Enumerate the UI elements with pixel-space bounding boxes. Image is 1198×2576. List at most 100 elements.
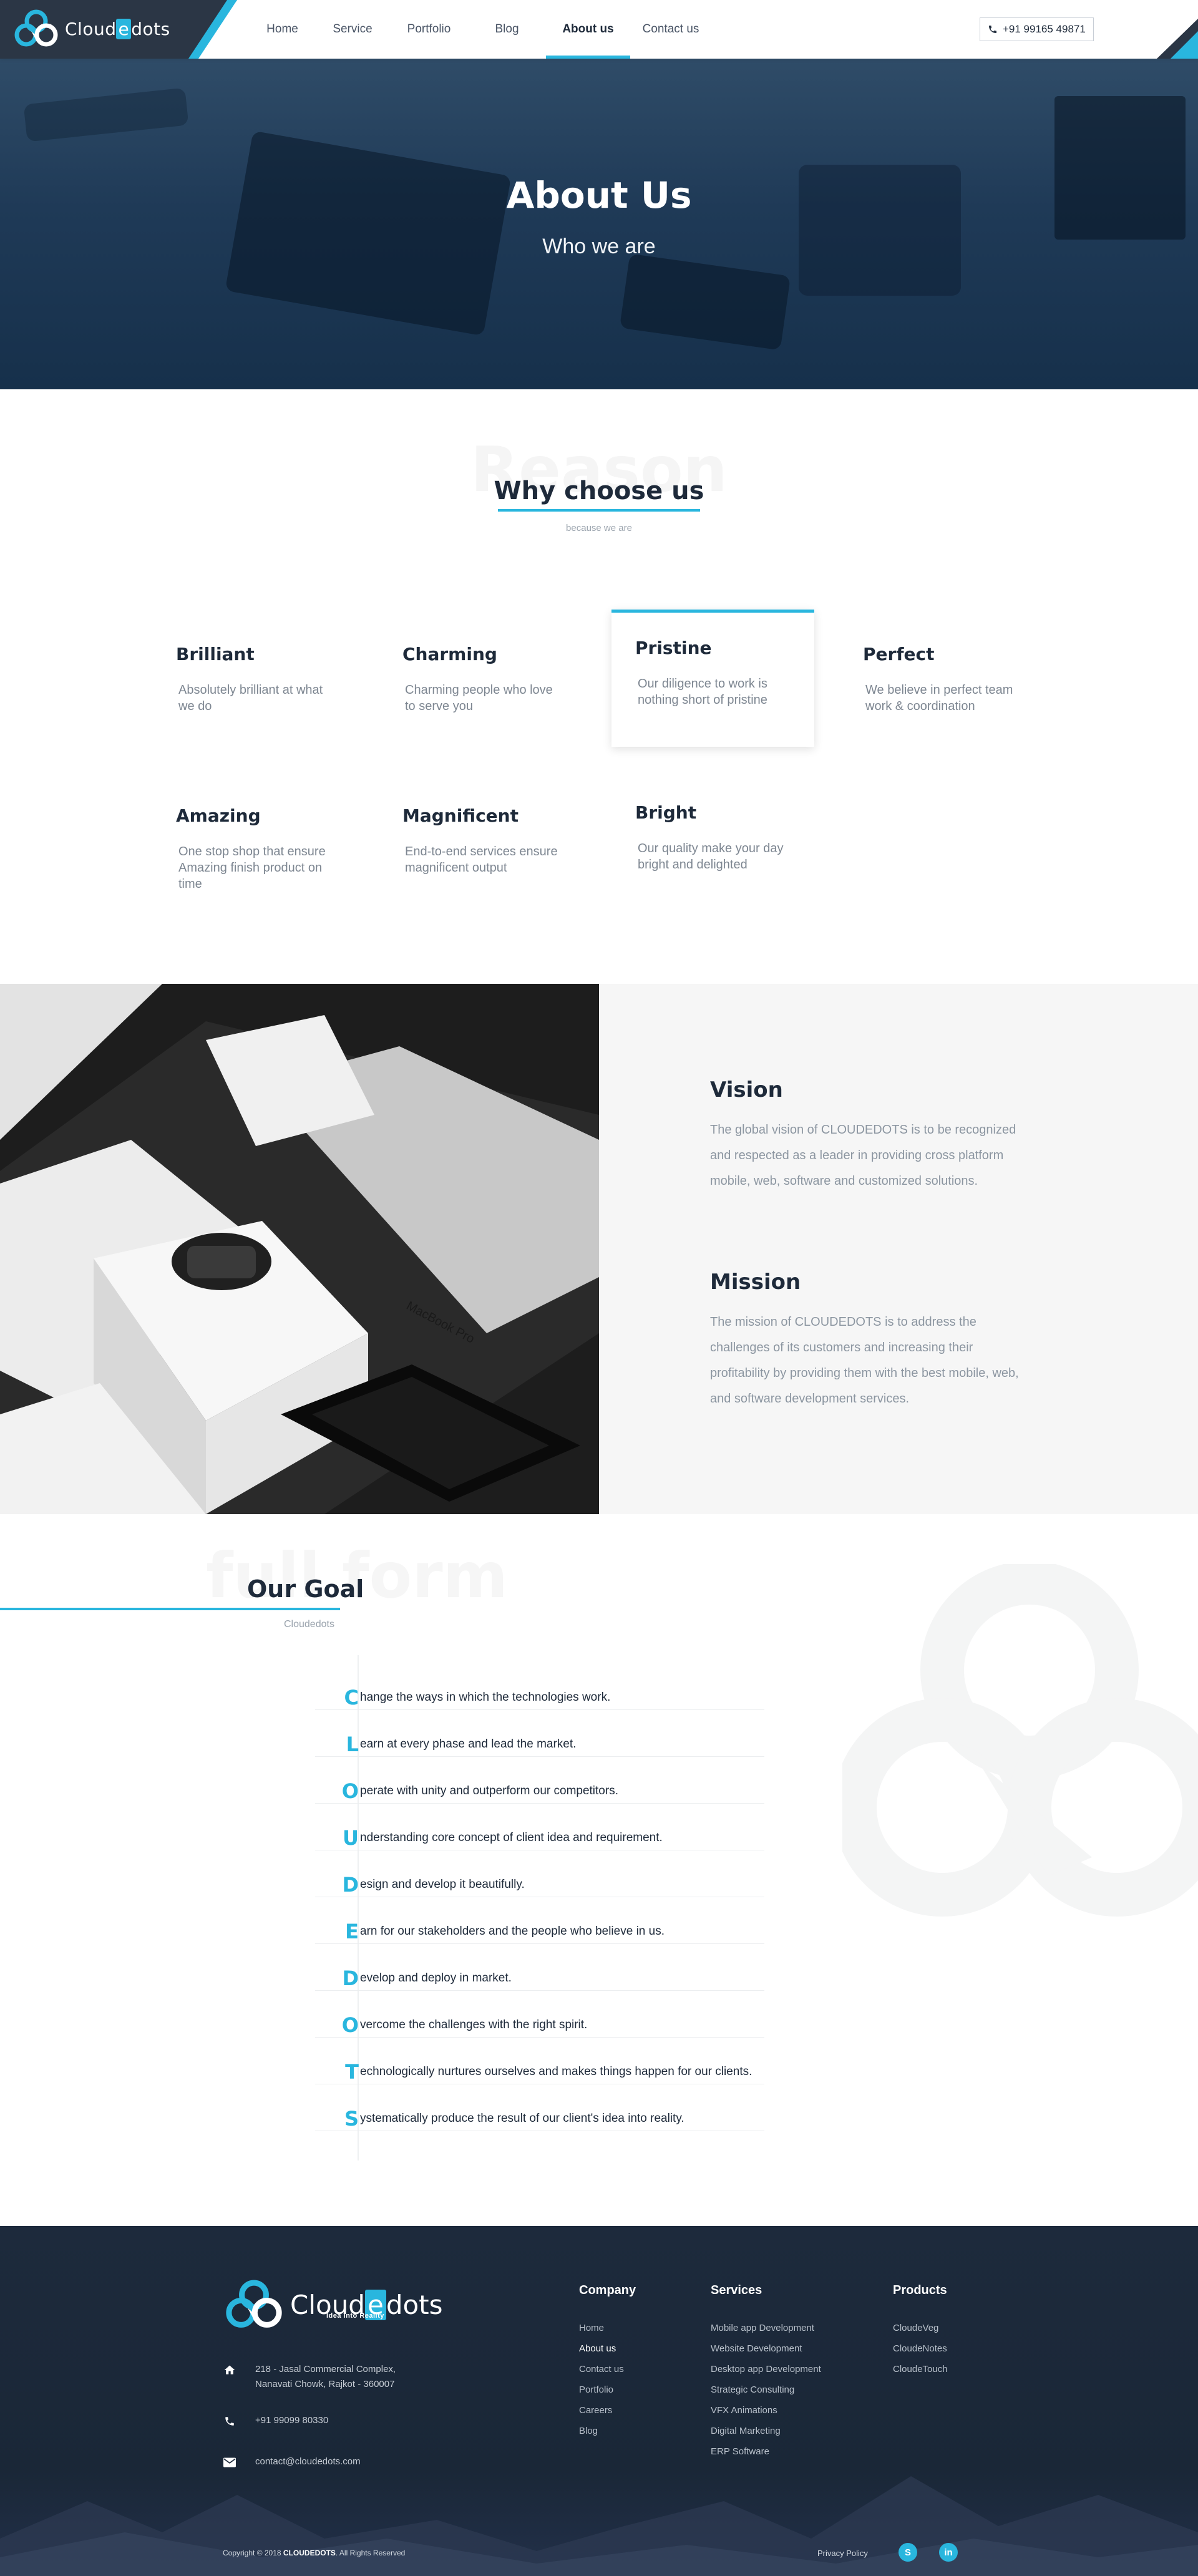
footer-services-column: Services Mobile app Development Website … bbox=[711, 2283, 821, 2467]
nav-contact-us[interactable]: Contact us bbox=[630, 0, 711, 59]
goal-letter: U bbox=[343, 1825, 359, 1850]
reason-card-magnificent: Magnificent End-to-end services ensure m… bbox=[379, 780, 582, 918]
cloud-logo-icon bbox=[226, 2280, 282, 2328]
footer-link-digital-marketing[interactable]: Digital Marketing bbox=[711, 2426, 821, 2436]
card-title: Magnificent bbox=[402, 805, 519, 826]
card-text: Absolutely brilliant at what we do bbox=[178, 683, 323, 713]
hero-phone-shape bbox=[619, 253, 791, 351]
main-nav: Home Service Portfolio Blog About us Con… bbox=[250, 0, 711, 59]
footer-link-erp[interactable]: ERP Software bbox=[711, 2446, 821, 2457]
goal-row: Understanding core concept of client ide… bbox=[315, 1825, 764, 1850]
reason-card-perfect: Perfect We believe in perfect team work … bbox=[839, 619, 1042, 756]
footer-email[interactable]: contact@cloudedots.com bbox=[223, 2454, 361, 2469]
goal-text: perate with unity and outperform our com… bbox=[360, 1784, 618, 1797]
goal-row: Develop and deploy in market. bbox=[315, 1966, 764, 1991]
footer-products-title: Products bbox=[893, 2283, 947, 2297]
copyright-text: Copyright © 2018 CLOUDEDOTS. All Rights … bbox=[223, 2549, 406, 2557]
address-line-2: Nanavati Chowk, Rajkot - 360007 bbox=[255, 2379, 395, 2389]
reason-card-amazing: Amazing One stop shop that ensure Amazin… bbox=[152, 780, 355, 918]
footer-link-home[interactable]: Home bbox=[579, 2323, 636, 2333]
privacy-policy-link[interactable]: Privacy Policy bbox=[817, 2549, 868, 2558]
goal-letter: T bbox=[345, 2059, 359, 2084]
nav-about-us[interactable]: About us bbox=[546, 0, 630, 59]
card-title: Amazing bbox=[176, 805, 261, 826]
site-footer: Cloudedots Idea into Reality 218 - Jasal… bbox=[0, 2226, 1198, 2576]
home-icon bbox=[223, 2363, 236, 2377]
footer-link-careers[interactable]: Careers bbox=[579, 2405, 636, 2416]
footer-link-about-us[interactable]: About us bbox=[579, 2343, 636, 2354]
goal-text: evelop and deploy in market. bbox=[360, 1971, 512, 1985]
card-text: Our diligence to work is nothing short o… bbox=[638, 677, 767, 707]
header-phone-number: +91 99165 49871 bbox=[1003, 23, 1086, 35]
header-phone-button[interactable]: +91 99165 49871 bbox=[980, 17, 1094, 41]
why-choose-us-section: Reason Why choose us because we are Bril… bbox=[0, 389, 1198, 984]
footer-link-mobile-app[interactable]: Mobile app Development bbox=[711, 2323, 821, 2333]
goal-row: Design and develop it beautifully. bbox=[315, 1872, 764, 1897]
nav-portfolio[interactable]: Portfolio bbox=[390, 0, 468, 59]
vision-block: Vision The global vision of CLOUDEDOTS i… bbox=[710, 1077, 1035, 1194]
nav-home[interactable]: Home bbox=[250, 0, 315, 59]
corner-decoration bbox=[1157, 19, 1198, 59]
goal-text: arn for our stakeholders and the people … bbox=[360, 1924, 665, 1938]
goal-vertical-divider bbox=[358, 1655, 359, 2160]
footer-link-desktop-app[interactable]: Desktop app Development bbox=[711, 2364, 821, 2374]
card-text: One stop shop that ensure Amazing finish… bbox=[178, 845, 326, 891]
footer-company-title: Company bbox=[579, 2283, 636, 2297]
reason-card-brilliant: Brilliant Absolutely brilliant at what w… bbox=[152, 619, 355, 756]
footer-phone-number: +91 99099 80330 bbox=[255, 2415, 329, 2426]
footer-email-address: contact@cloudedots.com bbox=[255, 2456, 361, 2467]
linkedin-icon[interactable]: in bbox=[939, 2543, 958, 2562]
nav-service[interactable]: Service bbox=[315, 0, 390, 59]
goal-letter: D bbox=[342, 1872, 359, 1897]
footer-link-vfx[interactable]: VFX Animations bbox=[711, 2405, 821, 2416]
footer-logo[interactable]: Cloudedots bbox=[223, 2277, 443, 2332]
goal-subtitle: Cloudedots bbox=[284, 1619, 334, 1630]
footer-link-portfolio[interactable]: Portfolio bbox=[579, 2384, 636, 2395]
phone-icon bbox=[989, 26, 996, 33]
why-subtitle: because we are bbox=[566, 523, 632, 533]
goal-text: esign and develop it beautifully. bbox=[360, 1877, 525, 1891]
mission-block: Mission The mission of CLOUDEDOTS is to … bbox=[710, 1270, 1035, 1412]
vision-mission-panel: Vision The global vision of CLOUDEDOTS i… bbox=[599, 984, 1198, 1514]
card-text: We believe in perfect team work & coordi… bbox=[865, 683, 1013, 713]
skype-icon[interactable]: S bbox=[898, 2543, 917, 2562]
mission-text: The mission of CLOUDEDOTS is to address … bbox=[710, 1315, 1019, 1406]
footer-phone[interactable]: +91 99099 80330 bbox=[223, 2413, 328, 2428]
mission-title: Mission bbox=[710, 1270, 801, 1295]
devices-illustration: MacBook Pro bbox=[0, 984, 599, 1514]
why-title: Why choose us bbox=[494, 477, 704, 505]
footer-link-cloudetouch[interactable]: CloudeTouch bbox=[893, 2364, 948, 2374]
goal-text: echnologically nurtures ourselves and ma… bbox=[360, 2064, 752, 2078]
card-title: Perfect bbox=[863, 644, 935, 664]
hero-banner: About Us Who we are bbox=[0, 59, 1198, 389]
goal-row: Learn at every phase and lead the market… bbox=[315, 1732, 764, 1757]
nav-blog[interactable]: Blog bbox=[468, 0, 546, 59]
footer-company-column: Company Home About us Contact us Portfol… bbox=[579, 2283, 636, 2446]
card-text: Our quality make your day bright and del… bbox=[638, 842, 784, 872]
footer-link-cloudeveg[interactable]: CloudeVeg bbox=[893, 2323, 948, 2333]
goal-letter: L bbox=[346, 1732, 359, 1756]
cloud-watermark-icon bbox=[842, 1564, 1198, 1917]
goal-letter: O bbox=[341, 1779, 359, 1803]
footer-link-contact-us[interactable]: Contact us bbox=[579, 2364, 636, 2374]
phone-icon bbox=[223, 2414, 236, 2428]
card-text: End-to-end services ensure magnificent o… bbox=[405, 845, 558, 875]
logo-text: Cloud e dots bbox=[65, 18, 170, 39]
footer-products-column: Products CloudeVeg CloudeNotes CloudeTou… bbox=[893, 2283, 948, 2384]
goal-row: Overcome the challenges with the right s… bbox=[315, 2013, 764, 2038]
footer-link-cloudenotes[interactable]: CloudeNotes bbox=[893, 2343, 948, 2354]
goal-letter: D bbox=[342, 1966, 359, 1990]
goal-row: Change the ways in which the technologie… bbox=[315, 1685, 764, 1710]
brand-logo[interactable]: Cloud e dots bbox=[12, 7, 170, 50]
goal-letter: C bbox=[344, 1685, 359, 1709]
footer-link-consulting[interactable]: Strategic Consulting bbox=[711, 2384, 821, 2395]
hero-basket-shape bbox=[1054, 96, 1186, 240]
footer-link-blog[interactable]: Blog bbox=[579, 2426, 636, 2436]
footer-tagline: Idea into Reality bbox=[326, 2312, 384, 2320]
card-title: Pristine bbox=[635, 638, 712, 658]
goal-row: Systematically produce the result of our… bbox=[315, 2106, 764, 2131]
site-header: Cloud e dots Home Service Portfolio Blog A… bbox=[0, 0, 1198, 59]
goal-text: ystematically produce the result of our … bbox=[360, 2111, 684, 2125]
footer-link-website[interactable]: Website Development bbox=[711, 2343, 821, 2354]
card-text: Charming people who love to serve you bbox=[405, 683, 553, 713]
